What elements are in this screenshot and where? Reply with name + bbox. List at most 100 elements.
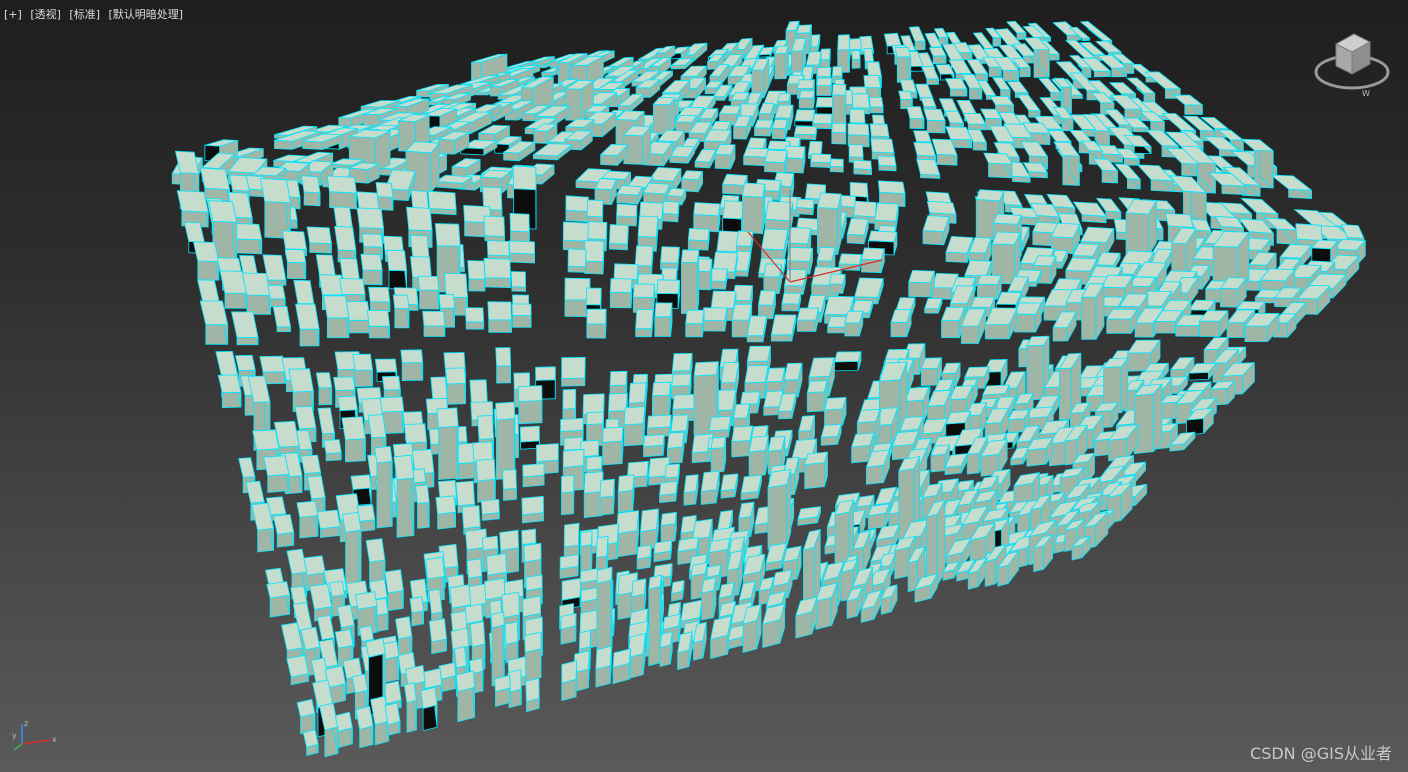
building — [193, 242, 218, 280]
building — [618, 475, 634, 513]
building — [688, 228, 709, 250]
building — [324, 296, 349, 338]
building — [342, 417, 366, 462]
building — [825, 397, 847, 426]
building — [909, 270, 935, 297]
building — [522, 496, 544, 523]
building — [525, 632, 542, 681]
building — [671, 58, 692, 69]
building — [268, 285, 286, 307]
building — [711, 437, 726, 472]
building — [436, 496, 456, 529]
building — [868, 504, 889, 529]
viewport-shading-label[interactable]: [默认明暗处理] — [109, 8, 184, 21]
building — [273, 306, 290, 331]
building — [895, 47, 911, 82]
building — [924, 109, 945, 133]
building — [765, 150, 788, 173]
building — [418, 276, 439, 309]
building — [817, 193, 841, 255]
building — [495, 675, 511, 706]
perspective-viewport[interactable]: [+] [透视] [标准] [默认明暗处理] W z x y CSDN @GIS… — [0, 0, 1408, 772]
building — [242, 273, 270, 314]
axis-y-letter: y — [12, 731, 17, 740]
building — [491, 612, 504, 686]
building — [747, 316, 766, 342]
building — [1115, 164, 1140, 189]
building — [907, 107, 924, 129]
building — [487, 241, 509, 262]
building — [560, 555, 578, 579]
building — [603, 427, 623, 465]
building — [741, 475, 762, 500]
building — [830, 159, 843, 172]
building — [317, 510, 340, 538]
building — [260, 179, 290, 239]
building — [661, 247, 680, 270]
building — [805, 452, 828, 489]
building — [633, 284, 654, 313]
building — [367, 310, 389, 338]
viewcube-icon[interactable]: W — [1312, 28, 1394, 100]
axis-x-letter: x — [52, 735, 57, 744]
building — [401, 350, 423, 381]
building — [695, 149, 716, 168]
building — [752, 59, 769, 98]
building — [946, 79, 967, 97]
building — [869, 97, 883, 113]
building — [821, 424, 841, 445]
building — [799, 91, 814, 109]
building — [303, 730, 318, 756]
building — [854, 160, 872, 174]
building — [369, 287, 390, 311]
building — [891, 310, 911, 337]
building — [768, 470, 791, 550]
viewport-standard-label[interactable]: [标准] — [69, 8, 100, 21]
building — [672, 581, 685, 602]
building — [301, 176, 320, 206]
building — [921, 98, 936, 110]
building — [200, 301, 228, 344]
building — [267, 582, 290, 618]
building — [1138, 165, 1174, 192]
city-model-scene — [0, 0, 1408, 772]
axis-tripod-icon: z x y — [10, 716, 62, 756]
building — [509, 241, 534, 263]
building — [662, 201, 679, 222]
building — [832, 84, 845, 126]
building — [232, 312, 259, 345]
building — [617, 186, 643, 205]
building — [899, 91, 913, 109]
building — [795, 110, 815, 127]
building — [423, 311, 445, 336]
building — [929, 47, 946, 64]
building — [755, 120, 773, 136]
building — [925, 298, 942, 313]
building — [484, 258, 511, 287]
building — [289, 369, 314, 412]
building — [610, 279, 632, 308]
building — [562, 357, 586, 386]
building — [361, 254, 382, 285]
building — [393, 295, 409, 328]
building — [636, 309, 654, 336]
building — [600, 479, 614, 515]
building — [1107, 309, 1138, 333]
building — [428, 191, 456, 215]
building — [526, 678, 540, 712]
building — [568, 249, 586, 273]
building — [1082, 284, 1104, 340]
viewport-plus-menu[interactable]: [+] — [4, 8, 22, 21]
viewport-perspective-label[interactable]: [透视] — [30, 8, 61, 21]
building — [811, 154, 831, 168]
building — [749, 436, 768, 477]
building — [511, 272, 525, 292]
building — [387, 250, 407, 289]
building — [394, 455, 414, 537]
building — [177, 191, 208, 228]
building — [437, 408, 458, 480]
building — [316, 373, 331, 405]
building — [503, 469, 517, 500]
building — [963, 113, 986, 130]
building — [456, 671, 474, 722]
